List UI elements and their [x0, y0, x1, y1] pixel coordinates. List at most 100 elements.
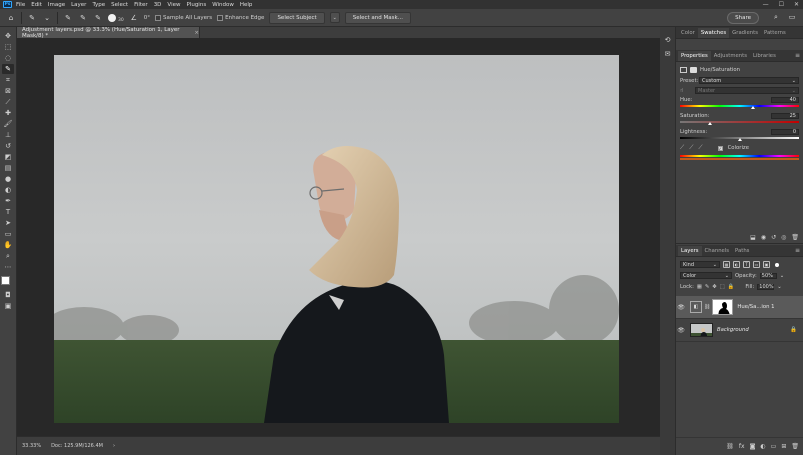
move-tool-icon[interactable]: ✥	[2, 31, 14, 41]
brush-preview-icon[interactable]	[108, 13, 116, 22]
hue-slider[interactable]	[680, 105, 799, 109]
menu-filter[interactable]: Filter	[134, 2, 148, 8]
quick-selection-icon[interactable]: ✎	[27, 13, 37, 23]
pixel-filter-icon[interactable]: ▦	[723, 261, 730, 268]
menu-select[interactable]: Select	[111, 2, 128, 8]
screen-mode-icon[interactable]: ▣	[2, 301, 14, 311]
hand-tool-icon[interactable]: ✋	[2, 240, 14, 250]
eyedropper-tool-icon[interactable]: ⟋	[2, 97, 14, 107]
tab-properties[interactable]: Properties	[678, 51, 711, 61]
eraser-tool-icon[interactable]: ◩	[2, 152, 14, 162]
frame-tool-icon[interactable]: ⊠	[2, 86, 14, 96]
tab-layers[interactable]: Layers	[678, 246, 702, 256]
angle-value[interactable]: 0°	[144, 15, 150, 21]
saturation-slider-thumb[interactable]	[707, 122, 712, 125]
layer-row-hue-saturation[interactable]: 👁 ◧ ⛓ Hue/Sa...ion 1	[676, 296, 803, 319]
menu-type[interactable]: Type	[92, 2, 105, 8]
menu-layer[interactable]: Layer	[71, 2, 86, 8]
path-selection-tool-icon[interactable]: ➤	[2, 218, 14, 228]
status-menu-arrow-icon[interactable]: ›	[113, 443, 115, 449]
home-icon[interactable]: ⌂	[6, 13, 16, 23]
lightness-input[interactable]: 0	[771, 129, 799, 135]
new-selection-icon[interactable]: ✎	[63, 13, 73, 23]
range-dropdown[interactable]: Master ⌄	[695, 87, 799, 94]
gradient-tool-icon[interactable]: ▤	[2, 163, 14, 173]
workspace-icon[interactable]: ▭	[787, 12, 797, 22]
lock-artboard-icon[interactable]: ⬚	[720, 284, 725, 290]
shape-filter-icon[interactable]: ▭	[753, 261, 760, 268]
tab-paths[interactable]: Paths	[732, 248, 752, 256]
menu-plugins[interactable]: Plugins	[186, 2, 206, 8]
shape-tool-icon[interactable]: ▭	[2, 229, 14, 239]
foreground-color-swatch[interactable]	[1, 276, 10, 285]
saturation-input[interactable]: 25	[771, 113, 799, 119]
dodge-tool-icon[interactable]: ◐	[2, 185, 14, 195]
view-previous-icon[interactable]: ◉	[761, 234, 766, 241]
document-close-icon[interactable]: ×	[194, 30, 199, 36]
close-window-button[interactable]: ✕	[794, 1, 799, 8]
maximize-button[interactable]: ☐	[779, 1, 784, 8]
hue-input[interactable]: 40	[771, 97, 799, 103]
adjustment-filter-icon[interactable]: ◐	[733, 261, 740, 268]
enhance-edge-box[interactable]	[217, 14, 224, 21]
search-icon[interactable]: ⌕	[771, 12, 781, 22]
menu-help[interactable]: Help	[240, 2, 253, 8]
visibility-eye-icon[interactable]: 👁	[676, 304, 686, 311]
select-subject-dropdown-icon[interactable]: ⌄	[329, 12, 340, 23]
brush-tool-icon[interactable]: 🖌	[2, 119, 14, 129]
eyedropper-plus-icon[interactable]: ⟋	[689, 144, 693, 152]
tab-libraries[interactable]: Libraries	[750, 53, 779, 61]
tab-channels[interactable]: Channels	[702, 248, 733, 256]
select-and-mask-button[interactable]: Select and Mask...	[344, 11, 411, 24]
menu-window[interactable]: Window	[212, 2, 234, 8]
menu-edit[interactable]: Edit	[31, 2, 42, 8]
type-tool-icon[interactable]: T	[2, 207, 14, 217]
opacity-input[interactable]: 50%	[759, 272, 777, 279]
tab-swatches[interactable]: Swatches	[697, 28, 730, 38]
fill-input[interactable]: 100%	[757, 283, 775, 290]
zoom-tool-icon[interactable]: ⌕	[2, 251, 14, 261]
layer-mask-thumbnail[interactable]	[712, 299, 734, 315]
history-panel-icon[interactable]: ⟲	[663, 35, 673, 45]
eyedropper-minus-icon[interactable]: ⟋	[698, 144, 702, 152]
color-swatches[interactable]	[1, 276, 15, 290]
layer-row-background[interactable]: 👁 Background 🔒	[676, 319, 803, 342]
new-layer-icon[interactable]: ⊞	[781, 443, 786, 450]
lock-transparent-icon[interactable]: ▦	[697, 284, 702, 290]
zoom-level[interactable]: 33.33%	[22, 443, 41, 449]
colorize-checkbox[interactable]: ✓	[717, 145, 723, 151]
add-to-selection-icon[interactable]: ✎	[78, 13, 88, 23]
toggle-visibility-icon[interactable]: ◎	[781, 234, 786, 241]
history-brush-tool-icon[interactable]: ↺	[2, 141, 14, 151]
sample-all-layers-checkbox[interactable]: Sample All Layers	[154, 14, 212, 21]
blur-tool-icon[interactable]: ●	[2, 174, 14, 184]
layer-mask-icon[interactable]	[690, 66, 697, 73]
tab-gradients[interactable]: Gradients	[729, 30, 761, 38]
reset-icon[interactable]: ↺	[771, 234, 776, 241]
select-subject-button[interactable]: Select Subject	[269, 11, 325, 24]
mask-link-icon[interactable]: ⛓	[704, 304, 710, 310]
lock-pixels-icon[interactable]: ✎	[705, 284, 709, 290]
background-layer-thumbnail[interactable]	[690, 323, 713, 337]
menu-view[interactable]: View	[167, 2, 180, 8]
hue-saturation-icon[interactable]	[680, 66, 687, 73]
preset-dropdown[interactable]: Custom ⌄	[699, 77, 799, 84]
more-tools-icon[interactable]: ⋯	[2, 262, 14, 272]
sample-all-layers-box[interactable]	[154, 14, 161, 21]
layer-name[interactable]: Background	[717, 327, 749, 333]
properties-menu-icon[interactable]: ≡	[795, 52, 800, 59]
tool-preset-dropdown-icon[interactable]: ⌄	[42, 13, 52, 23]
quick-selection-tool-icon[interactable]: ✎	[2, 64, 14, 74]
visibility-eye-icon[interactable]: 👁	[676, 327, 686, 334]
menu-file[interactable]: File	[16, 2, 25, 8]
healing-brush-tool-icon[interactable]: ✚	[2, 108, 14, 118]
type-filter-icon[interactable]: T	[743, 261, 750, 268]
layer-name[interactable]: Hue/Sa...ion 1	[737, 304, 774, 310]
new-adjustment-layer-icon[interactable]: ◐	[760, 443, 765, 450]
blend-mode-dropdown[interactable]: Color ⌄	[680, 272, 732, 279]
layers-menu-icon[interactable]: ≡	[795, 247, 800, 254]
lightness-slider[interactable]	[680, 137, 799, 141]
smart-object-filter-icon[interactable]: ▣	[763, 261, 770, 268]
eyedropper-icon[interactable]: ⟋	[680, 144, 684, 152]
tab-patterns[interactable]: Patterns	[761, 30, 789, 38]
